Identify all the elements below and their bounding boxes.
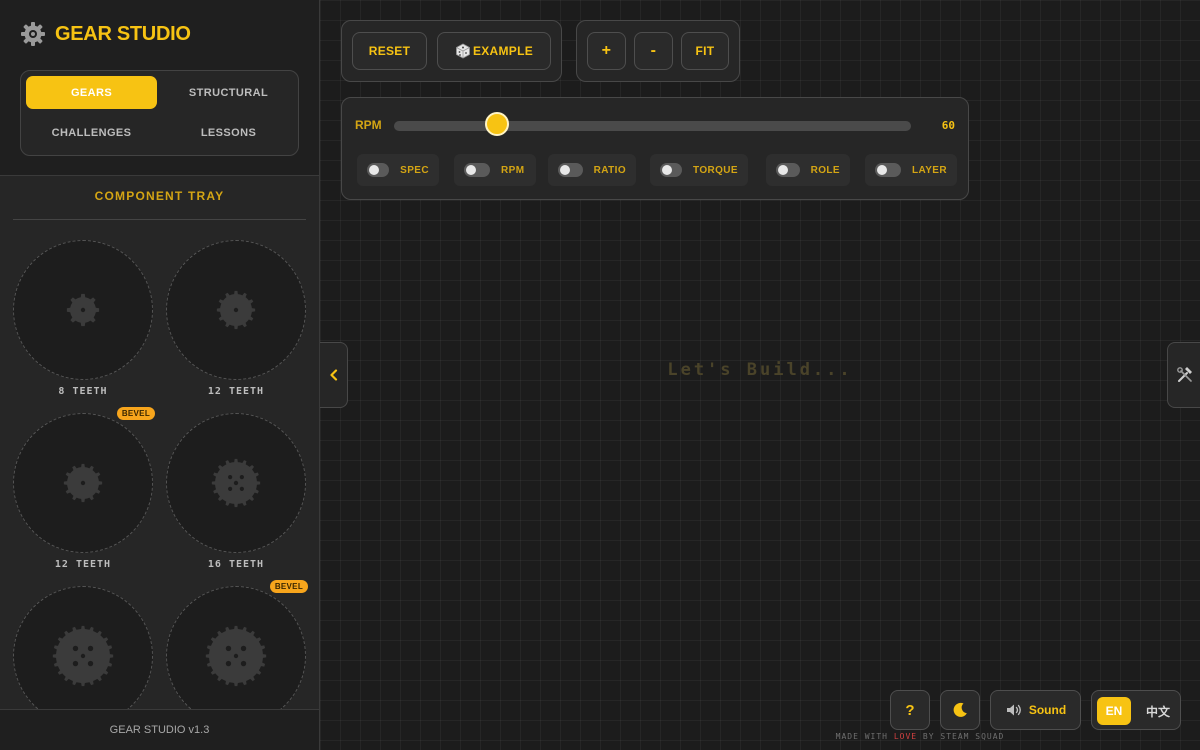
rpm-slider-track[interactable] xyxy=(394,121,911,131)
sound-label: Sound xyxy=(1028,703,1067,717)
example-button[interactable]: EXAMPLE xyxy=(437,32,551,70)
tray-gear-item[interactable]: 16 TEETH xyxy=(166,413,306,570)
gear-label: 8 TEETH xyxy=(58,386,108,397)
sound-button[interactable]: Sound xyxy=(990,690,1081,730)
toggle-ratio[interactable]: RATIO xyxy=(548,154,636,186)
gear-label: 16 TEETH xyxy=(207,559,265,570)
credits-love: LOVE xyxy=(893,732,918,741)
tray-gear-item[interactable] xyxy=(13,586,153,709)
lang-zh-button[interactable]: 中文 xyxy=(1139,697,1177,725)
toggle-role[interactable]: ROLE xyxy=(766,154,850,186)
dice-icon xyxy=(456,43,470,59)
brand: GEAR STUDIO xyxy=(20,21,191,47)
rpm-slider-thumb[interactable] xyxy=(485,112,510,136)
credits-suffix: BY STEAM SQUAD xyxy=(922,732,1005,741)
bevel-badge: BEVEL xyxy=(269,580,308,593)
toggle-label: LAYER xyxy=(912,164,947,176)
canvas-placeholder: Let's Build... xyxy=(667,360,853,380)
mode-tabs: GEARS STRUCTURAL CHALLENGES LESSONS xyxy=(20,70,299,156)
lang-en-button[interactable]: EN xyxy=(1097,697,1131,725)
zoom-in-button[interactable]: + xyxy=(587,32,626,70)
toggle-switch[interactable] xyxy=(367,163,390,177)
toolbar-zoom: + - FIT xyxy=(576,20,740,82)
zoom-out-button[interactable]: - xyxy=(634,32,673,70)
toggle-label: TORQUE xyxy=(693,164,738,176)
tray-gear-item[interactable]: 12 TEETH xyxy=(166,240,306,397)
rpm-label: RPM xyxy=(355,118,382,132)
build-canvas[interactable]: RESET EXAMPLE + - FIT RPM 60 SPEC RPM RA… xyxy=(320,0,1200,750)
tab-structural[interactable]: STRUCTURAL xyxy=(163,76,294,109)
moon-icon xyxy=(953,702,967,717)
toggle-label: RPM xyxy=(501,164,525,176)
tab-lessons[interactable]: LESSONS xyxy=(163,116,294,149)
bevel-gear-icon xyxy=(205,625,267,687)
gear-icon xyxy=(52,625,114,687)
gear-icon xyxy=(21,22,45,46)
reset-button[interactable]: RESET xyxy=(352,32,427,70)
tab-gears[interactable]: GEARS xyxy=(26,76,157,109)
toggle-label: ROLE xyxy=(810,164,840,176)
toggle-switch[interactable] xyxy=(875,163,901,177)
theme-toggle-button[interactable] xyxy=(940,690,980,730)
gear-slot[interactable] xyxy=(166,586,306,709)
toggle-torque[interactable]: TORQUE xyxy=(650,154,748,186)
controls-panel: RPM 60 SPEC RPM RATIO TORQUE ROLE LAYER xyxy=(341,97,969,200)
toggle-spec[interactable]: SPEC xyxy=(357,154,439,186)
bevel-badge: BEVEL xyxy=(116,407,155,420)
help-button[interactable]: ? xyxy=(890,690,930,730)
gear-slot[interactable] xyxy=(166,240,306,380)
tools-panel-button[interactable] xyxy=(1167,342,1200,408)
bevel-gear-icon xyxy=(63,463,103,503)
tray-title: COMPONENT TRAY xyxy=(94,189,225,203)
tray-gear-item[interactable]: 8 TEETH xyxy=(13,240,153,397)
sidebar-header: GEAR STUDIO GEARS STRUCTURAL CHALLENGES … xyxy=(0,0,319,176)
language-switch: EN 中文 xyxy=(1091,690,1181,730)
credits: MADE WITH LOVE BY STEAM SQUAD xyxy=(640,732,1200,741)
toggle-switch[interactable] xyxy=(558,163,583,177)
gear-label: 12 TEETH xyxy=(54,559,112,570)
gear-slot[interactable] xyxy=(13,413,153,553)
toggle-switch[interactable] xyxy=(660,163,682,177)
tray-gear-item[interactable]: BEVEL 12 TEETH xyxy=(13,407,155,570)
toggle-label: SPEC xyxy=(400,164,429,176)
gear-icon xyxy=(216,290,256,330)
credits-prefix: MADE WITH xyxy=(835,732,888,741)
example-label: EXAMPLE xyxy=(472,44,534,58)
tray-gear-item[interactable]: BEVEL xyxy=(166,580,308,709)
tools-icon xyxy=(1176,367,1192,382)
gear-slot[interactable] xyxy=(13,586,153,709)
gear-slot[interactable] xyxy=(166,413,306,553)
toggle-switch[interactable] xyxy=(464,163,490,177)
collapse-sidebar-button[interactable] xyxy=(320,342,348,408)
gear-icon xyxy=(211,458,261,508)
toggle-label: RATIO xyxy=(593,164,626,176)
component-tray: 8 TEETH 12 TEETH BEVEL 12 TEETH 16 TEETH xyxy=(0,220,319,709)
rpm-value: 60 xyxy=(941,119,955,132)
gear-slot[interactable] xyxy=(13,240,153,380)
tab-challenges[interactable]: CHALLENGES xyxy=(26,116,157,149)
chevron-left-icon xyxy=(329,369,337,381)
gear-label: 12 TEETH xyxy=(207,386,265,397)
gear-icon xyxy=(66,293,100,327)
version-label: GEAR STUDIO v1.3 xyxy=(0,709,319,750)
toggle-rpm[interactable]: RPM xyxy=(454,154,536,186)
toggle-switch[interactable] xyxy=(776,163,800,177)
toggle-layer[interactable]: LAYER xyxy=(865,154,957,186)
toolbar-actions: RESET EXAMPLE xyxy=(341,20,562,82)
sidebar: GEAR STUDIO GEARS STRUCTURAL CHALLENGES … xyxy=(0,0,320,750)
speaker-icon xyxy=(1006,704,1021,716)
fit-button[interactable]: FIT xyxy=(681,32,729,70)
app-title: GEAR STUDIO xyxy=(55,22,191,45)
